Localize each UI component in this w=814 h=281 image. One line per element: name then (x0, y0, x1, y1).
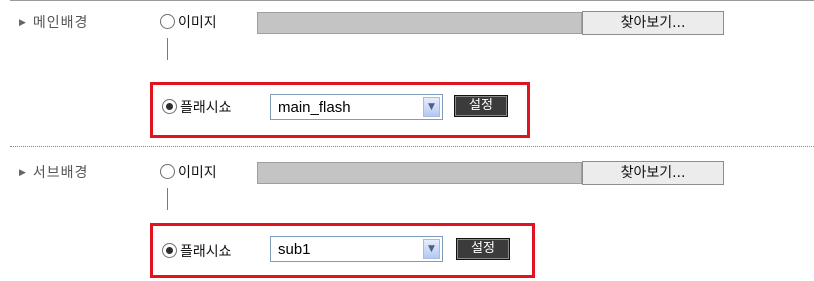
sub-image-label: 이미지 (178, 165, 217, 181)
main-image-label: 이미지 (178, 15, 217, 31)
main-flash-label: 플래시쇼 (180, 100, 232, 116)
sub-background-label: 서브배경 (32, 165, 89, 181)
main-background-label: 메인배경 (32, 15, 89, 31)
bullet-arrow-icon: ▶ (19, 18, 27, 28)
sub-flash-select[interactable]: sub1 ▼ (270, 236, 443, 262)
sub-flash-label: 플래시쇼 (180, 244, 232, 260)
sub-background-row-label: ▶ 서브배경 (19, 162, 88, 182)
main-background-section: ▶ 메인배경 이미지 찾아보기... 플래시쇼 main_flash ▼ 설정 (0, 0, 814, 146)
main-flash-select-value: main_flash (278, 99, 351, 116)
main-connector-line (167, 38, 168, 60)
main-set-button[interactable]: 설정 (454, 95, 508, 117)
chevron-down-icon[interactable]: ▼ (423, 97, 440, 117)
sub-flash-select-value: sub1 (278, 241, 311, 258)
sub-connector-line (167, 188, 168, 210)
chevron-down-icon[interactable]: ▼ (423, 239, 440, 259)
main-flash-select[interactable]: main_flash ▼ (270, 94, 443, 120)
sub-flash-radio[interactable] (162, 243, 177, 258)
main-image-path-field[interactable] (257, 12, 582, 34)
sub-background-section: ▶ 서브배경 이미지 찾아보기... 플래시쇼 sub1 ▼ 설정 (0, 147, 814, 281)
main-browse-button[interactable]: 찾아보기... (582, 11, 724, 35)
sub-browse-button[interactable]: 찾아보기... (582, 161, 724, 185)
sub-image-radio[interactable] (160, 164, 175, 179)
sub-set-button[interactable]: 설정 (456, 238, 510, 260)
sub-image-path-field[interactable] (257, 162, 582, 184)
main-flash-radio[interactable] (162, 99, 177, 114)
main-image-radio[interactable] (160, 14, 175, 29)
main-background-row-label: ▶ 메인배경 (19, 12, 88, 32)
bullet-arrow-icon: ▶ (19, 168, 27, 178)
